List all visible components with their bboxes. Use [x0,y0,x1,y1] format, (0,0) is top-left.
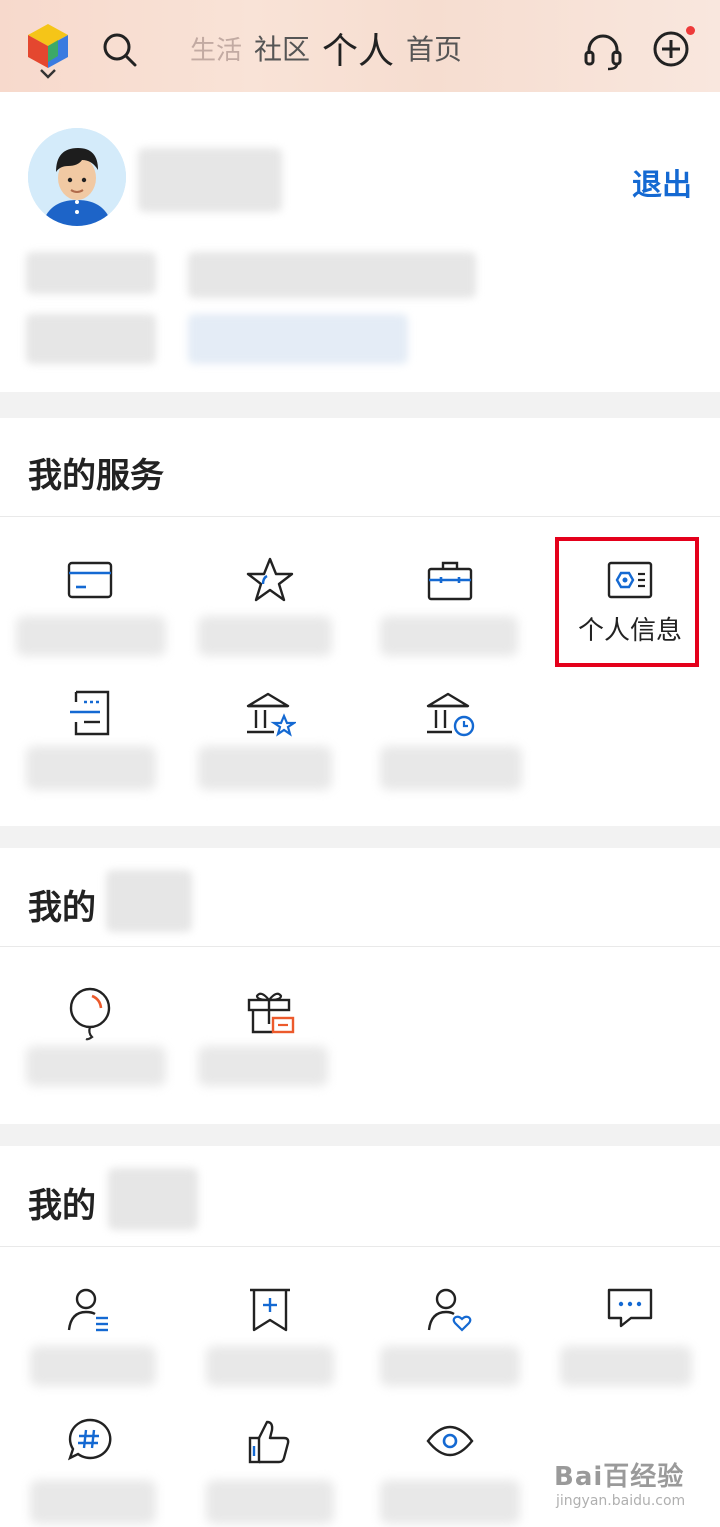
eye-icon [426,1425,474,1457]
service-item[interactable] [0,558,180,602]
logout-button[interactable]: 退出 [632,160,692,204]
label-redacted [560,1346,692,1386]
service-item[interactable] [0,688,180,738]
service-item[interactable] [360,688,540,738]
divider [0,946,720,947]
label-redacted [30,1346,156,1386]
watermark-url: jingyan.baidu.com [556,1493,686,1509]
label-redacted [198,616,332,656]
label-redacted [26,746,156,790]
label-redacted [198,746,332,790]
label-redacted [380,616,518,656]
nav-tabs: 生活 社区 个人 首页 [190,22,462,74]
bank-star-icon [246,692,296,737]
section-card: 我的 [0,848,720,1124]
user-heart-icon [427,1288,472,1332]
top-bar: 生活 社区 个人 首页 [0,0,720,92]
label-redacted [206,1346,334,1386]
list-item[interactable] [180,1416,360,1466]
label-redacted [16,616,166,656]
avatar-illustration [28,128,126,226]
service-item[interactable] [180,688,360,738]
hashtag-chat-icon [67,1418,112,1461]
gift-ticket-icon [247,992,295,1034]
list-item[interactable] [360,1286,540,1334]
tab-life[interactable]: 生活 [190,30,242,67]
tab-community[interactable]: 社区 [254,28,310,68]
label-redacted [380,746,522,790]
app-logo-icon[interactable] [26,22,70,70]
section-title: 我的 [28,888,96,928]
label-redacted [380,1480,520,1524]
list-item[interactable] [0,1416,180,1466]
title-redacted [106,870,192,932]
list-item[interactable] [360,1422,540,1460]
star-icon [246,557,294,602]
card-icon [67,561,113,599]
title-redacted [108,1168,198,1230]
watermark: Bai百经验 jingyan.baidu.com [554,1456,685,1509]
thumbs-up-icon [248,1420,290,1464]
divider [0,1246,720,1247]
list-icon [70,690,110,736]
profile-info-redacted [188,252,476,298]
list-item[interactable] [540,1286,720,1332]
chevron-down-icon[interactable] [38,68,58,80]
list-item[interactable] [0,1286,180,1334]
username-redacted [138,148,282,212]
label-redacted [26,1046,166,1086]
watermark-logo: Bai百经验 [554,1462,685,1492]
avatar[interactable] [28,128,126,226]
profile-card: 退出 [0,92,720,392]
service-item[interactable] [360,558,540,602]
bookmark-add-icon [250,1288,290,1332]
section-title: 我的 [28,1186,96,1226]
label-redacted [380,1346,520,1386]
notification-dot [686,26,695,35]
briefcase-icon [427,561,473,601]
highlight-box [555,537,699,667]
tab-personal[interactable]: 个人 [322,22,394,74]
label-redacted [30,1480,156,1524]
user-list-icon [67,1288,108,1332]
balloon-icon [69,987,111,1041]
headset-icon[interactable] [582,30,624,72]
profile-info-redacted [188,314,408,364]
bank-clock-icon [426,692,475,737]
label-redacted [206,1480,334,1524]
label-redacted [198,1046,328,1086]
divider [0,516,720,517]
profile-info-redacted [26,252,156,294]
list-item[interactable] [0,986,180,1042]
add-icon[interactable] [650,28,692,70]
section-title: 我的服务 [28,456,164,496]
tab-home[interactable]: 首页 [406,28,462,68]
service-item[interactable] [180,556,360,604]
list-item[interactable] [180,1286,360,1334]
list-item[interactable] [180,988,360,1036]
search-icon[interactable] [100,30,140,70]
chat-icon [607,1288,653,1328]
profile-info-redacted [26,314,156,364]
